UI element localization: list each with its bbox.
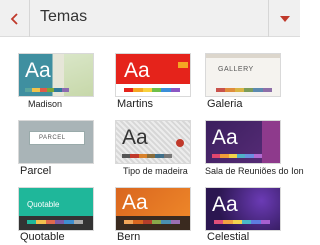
theme-tile-parcel[interactable]: PARCEL Parcel (18, 120, 98, 180)
dropdown-button[interactable] (268, 0, 300, 37)
theme-tile-madison[interactable]: Aa Madison (18, 53, 98, 113)
theme-thumbnail: Aa (205, 187, 281, 231)
theme-thumbnail: Aa (115, 187, 191, 231)
theme-tile-bern[interactable]: Aa Bern (115, 187, 195, 245)
theme-label: Bern (117, 231, 141, 243)
theme-thumbnail: Aa (205, 120, 281, 164)
theme-thumbnail: GALLERY (205, 53, 281, 97)
theme-label: Madison (28, 99, 63, 109)
theme-label: Celestial (207, 231, 250, 243)
theme-thumbnail: PARCEL (18, 120, 94, 164)
theme-thumbnail: Quotable (18, 187, 94, 231)
theme-tile-quotable[interactable]: Quotable Quotable (18, 187, 98, 245)
theme-label: Galeria (207, 98, 243, 110)
theme-tile-galeria[interactable]: GALLERY Galeria (205, 53, 285, 113)
theme-label: Martins (117, 98, 154, 110)
back-button[interactable] (0, 0, 30, 37)
theme-label: Tipo de madeira (123, 166, 188, 176)
header-bar: Temas (0, 0, 300, 37)
theme-tile-celestial[interactable]: Aa Celestial (205, 187, 285, 245)
theme-tile-tipo-de-madeira[interactable]: Aa Tipo de madeira (115, 120, 195, 180)
theme-tile-martins[interactable]: Aa Martins (115, 53, 195, 113)
theme-thumbnail: Aa (115, 120, 191, 164)
theme-thumbnail: Aa (115, 53, 191, 97)
chevron-left-icon (10, 12, 18, 25)
theme-label: Quotable (20, 231, 65, 243)
caret-down-icon (279, 15, 290, 22)
theme-label: Parcel (20, 165, 52, 177)
theme-tile-sala-de-reunioes-do-ion[interactable]: Aa Sala de Reuniões do Ion (205, 120, 304, 180)
theme-label: Sala de Reuniões do Ion (205, 166, 304, 176)
page-title: Temas (40, 8, 88, 25)
theme-thumbnail: Aa (18, 53, 94, 97)
